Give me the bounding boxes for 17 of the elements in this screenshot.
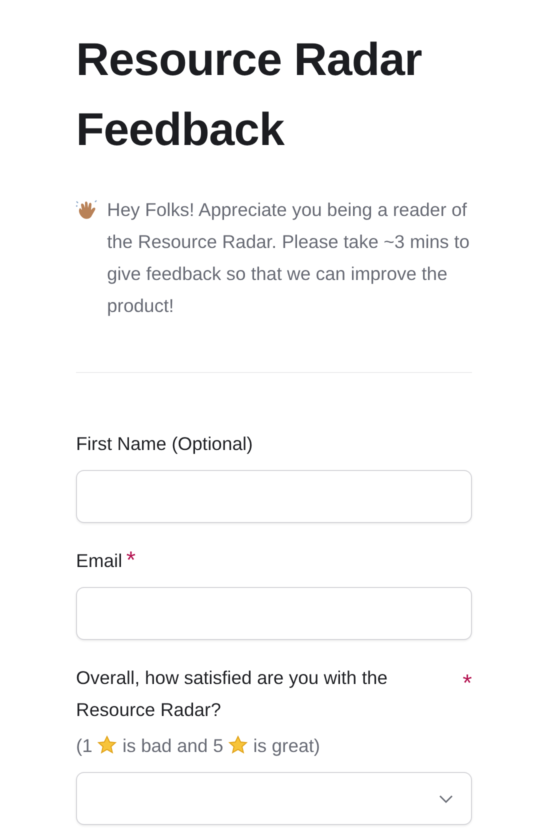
text-input-field[interactable] [76, 470, 472, 523]
star-icon [228, 735, 248, 755]
text-input-field[interactable] [76, 587, 472, 640]
required-asterisk: * [462, 670, 472, 698]
field-label: First Name (Optional) [76, 432, 253, 456]
required-asterisk: * [126, 547, 136, 575]
field-label: Email [76, 549, 122, 573]
waving-hand-icon [76, 199, 98, 221]
hint-text: is bad and 5 [122, 735, 224, 756]
hint-text: (1 [76, 735, 92, 756]
chevron-down-icon [439, 794, 453, 802]
intro-text: Hey Folks! Appreciate you being a reader of the Resource Radar. Please take ~3 mins to give feedback so that we can improve the product! [107, 198, 470, 318]
form-title: Resource Radar Feedback [76, 32, 423, 157]
dropdown-field[interactable] [76, 772, 472, 825]
star-icon [97, 735, 118, 755]
hint-text: is great) [253, 735, 320, 756]
field-label: Overall, how satisfied are you with the Resource Radar? [76, 666, 389, 722]
